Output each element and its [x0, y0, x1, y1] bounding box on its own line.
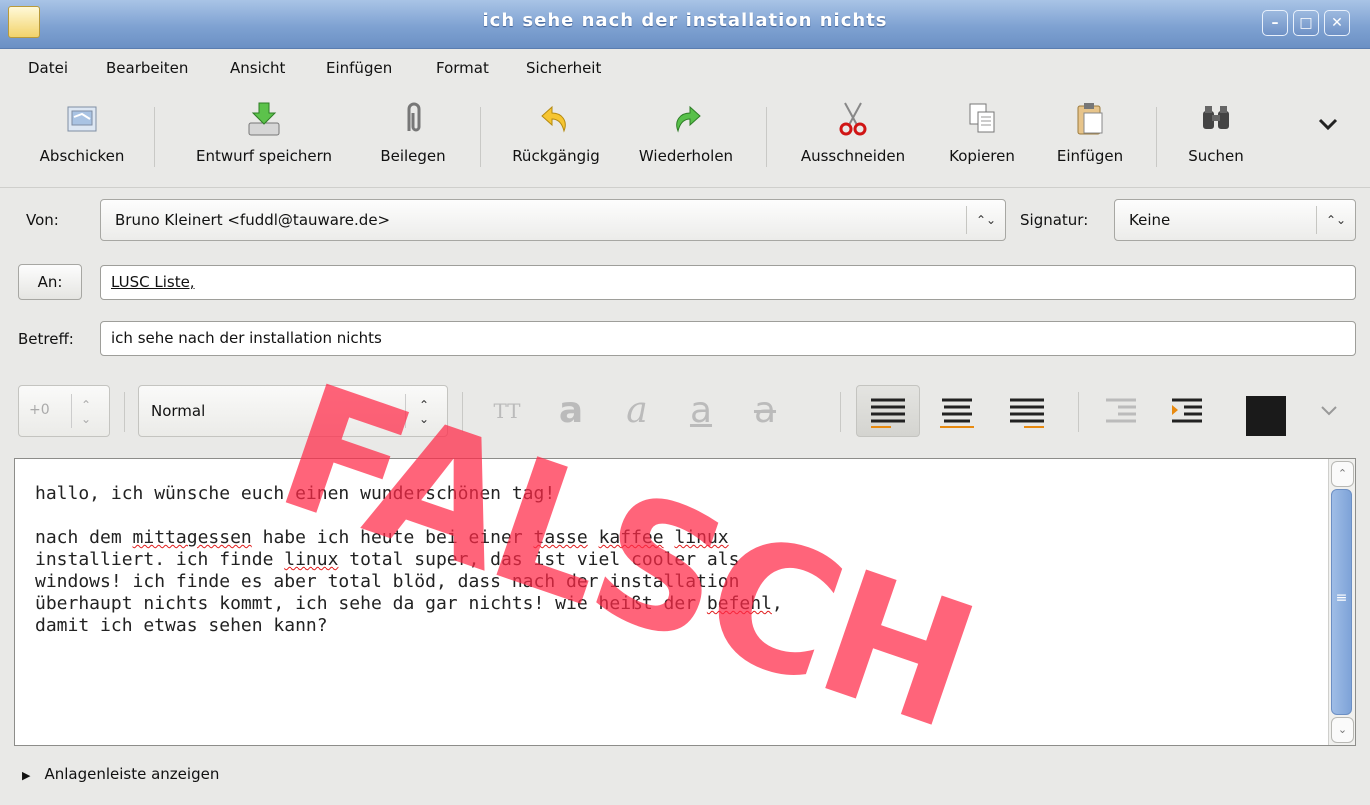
toolbar-separator [154, 107, 155, 167]
teletype-icon[interactable]: TT [482, 386, 532, 436]
updown-icon: ⌃⌄ [81, 398, 92, 426]
signature-label: Signatur: [1020, 211, 1089, 229]
send-envelope-icon [64, 101, 100, 137]
font-size-stepper[interactable]: +0 ⌃ ⌄ [18, 385, 110, 437]
vertical-scrollbar[interactable]: ⌃ ≡ ⌄ [1328, 459, 1355, 745]
minimize-button[interactable]: – [1262, 10, 1288, 36]
undo-arrow-icon [538, 101, 574, 137]
to-button[interactable]: An: [18, 264, 82, 300]
menu-bearbeiten[interactable]: Bearbeiten [106, 59, 188, 77]
scroll-down-icon[interactable]: ⌄ [1331, 717, 1354, 743]
align-left-icon [871, 398, 905, 428]
cut-button[interactable]: Ausschneiden [784, 95, 922, 181]
indent-icon [1172, 398, 1202, 423]
toolbar-separator [462, 392, 463, 432]
toolbar-separator [480, 107, 481, 167]
italic-icon[interactable]: a [612, 386, 662, 436]
copy-icon [964, 101, 1000, 137]
menu-format[interactable]: Format [436, 59, 489, 77]
save-draft-button[interactable]: Entwurf speichern [172, 95, 356, 181]
paragraph-style-select[interactable]: Normal ⌃ ⌄ [138, 385, 448, 437]
redo-button[interactable]: Wiederholen [626, 95, 746, 181]
scroll-thumb[interactable]: ≡ [1331, 489, 1352, 715]
align-center-icon [940, 398, 974, 428]
paste-button[interactable]: Einfügen [1040, 95, 1140, 181]
save-draft-icon [246, 101, 282, 137]
updown-icon: ⌃⌄ [1316, 206, 1355, 234]
from-select[interactable]: Bruno Kleinert <fuddl@tauware.de> ⌃⌄ [100, 199, 1006, 241]
send-button[interactable]: Abschicken [26, 95, 138, 181]
window-title: ich sehe nach der installation nichts [482, 10, 888, 31]
align-right-icon [1010, 398, 1044, 428]
bold-icon[interactable]: a [546, 386, 596, 436]
attachments-toggle[interactable]: ▶ Anlagenleiste anzeigen [22, 765, 219, 783]
updown-icon: ⌃⌄ [419, 398, 430, 426]
outdent-icon [1106, 398, 1136, 423]
menu-ansicht[interactable]: Ansicht [230, 59, 285, 77]
subject-input[interactable]: ich sehe nach der installation nichts [100, 321, 1356, 356]
menu-einfuegen[interactable]: Einfügen [326, 59, 392, 77]
main-toolbar: Abschicken Entwurf speichern Beilegen Rü… [0, 87, 1370, 188]
format-overflow-button[interactable] [1304, 386, 1354, 436]
maximize-button[interactable]: □ [1293, 10, 1319, 36]
chevron-down-icon [1310, 115, 1346, 151]
from-label: Von: [26, 211, 59, 229]
menu-bar: Datei Bearbeiten Ansicht Einfügen Format… [0, 49, 1370, 87]
toolbar-separator [766, 107, 767, 167]
from-value: Bruno Kleinert <fuddl@tauware.de> [115, 211, 391, 229]
redo-arrow-icon [668, 101, 704, 137]
toolbar-separator [124, 392, 125, 432]
align-left-button[interactable] [856, 385, 920, 437]
binoculars-icon [1198, 101, 1234, 137]
title-bar: ich sehe nach der installation nichts – … [0, 0, 1370, 49]
signature-value: Keine [1129, 211, 1171, 229]
outdent-button[interactable] [1096, 386, 1146, 436]
underline-icon[interactable]: a [676, 386, 726, 436]
toolbar-overflow-button[interactable] [1306, 95, 1350, 181]
updown-icon: ⌃⌄ [966, 206, 1005, 234]
menu-datei[interactable]: Datei [28, 59, 68, 77]
signature-select[interactable]: Keine ⌃⌄ [1114, 199, 1356, 241]
copy-button[interactable]: Kopieren [932, 95, 1032, 181]
scissors-icon [835, 101, 871, 137]
align-right-button[interactable] [1002, 386, 1052, 436]
toolbar-separator [1156, 107, 1157, 167]
message-body-editor[interactable]: hallo, ich wünsche euch einen wunderschö… [14, 458, 1356, 746]
clipboard-icon [1072, 101, 1108, 137]
align-center-button[interactable] [932, 386, 982, 436]
text-color-swatch[interactable] [1246, 396, 1286, 436]
recipient-token[interactable]: LUSC Liste, [111, 273, 195, 291]
paperclip-icon [395, 101, 431, 137]
search-button[interactable]: Suchen [1170, 95, 1262, 181]
chevron-down-icon [1321, 406, 1337, 416]
strikethrough-icon[interactable]: a [740, 386, 790, 436]
subject-label: Betreff: [18, 330, 74, 348]
toolbar-separator [1078, 392, 1079, 432]
menu-sicherheit[interactable]: Sicherheit [526, 59, 601, 77]
toolbar-separator [840, 392, 841, 432]
close-button[interactable]: ✕ [1324, 10, 1350, 36]
triangle-right-icon: ▶ [22, 769, 31, 782]
message-body-text[interactable]: hallo, ich wünsche euch einen wunderschö… [35, 483, 1285, 637]
attach-button[interactable]: Beilegen [368, 95, 458, 181]
scroll-up-icon[interactable]: ⌃ [1331, 461, 1354, 487]
undo-button[interactable]: Rückgängig [498, 95, 614, 181]
to-field[interactable]: LUSC Liste, [100, 265, 1356, 300]
indent-button[interactable] [1162, 386, 1212, 436]
